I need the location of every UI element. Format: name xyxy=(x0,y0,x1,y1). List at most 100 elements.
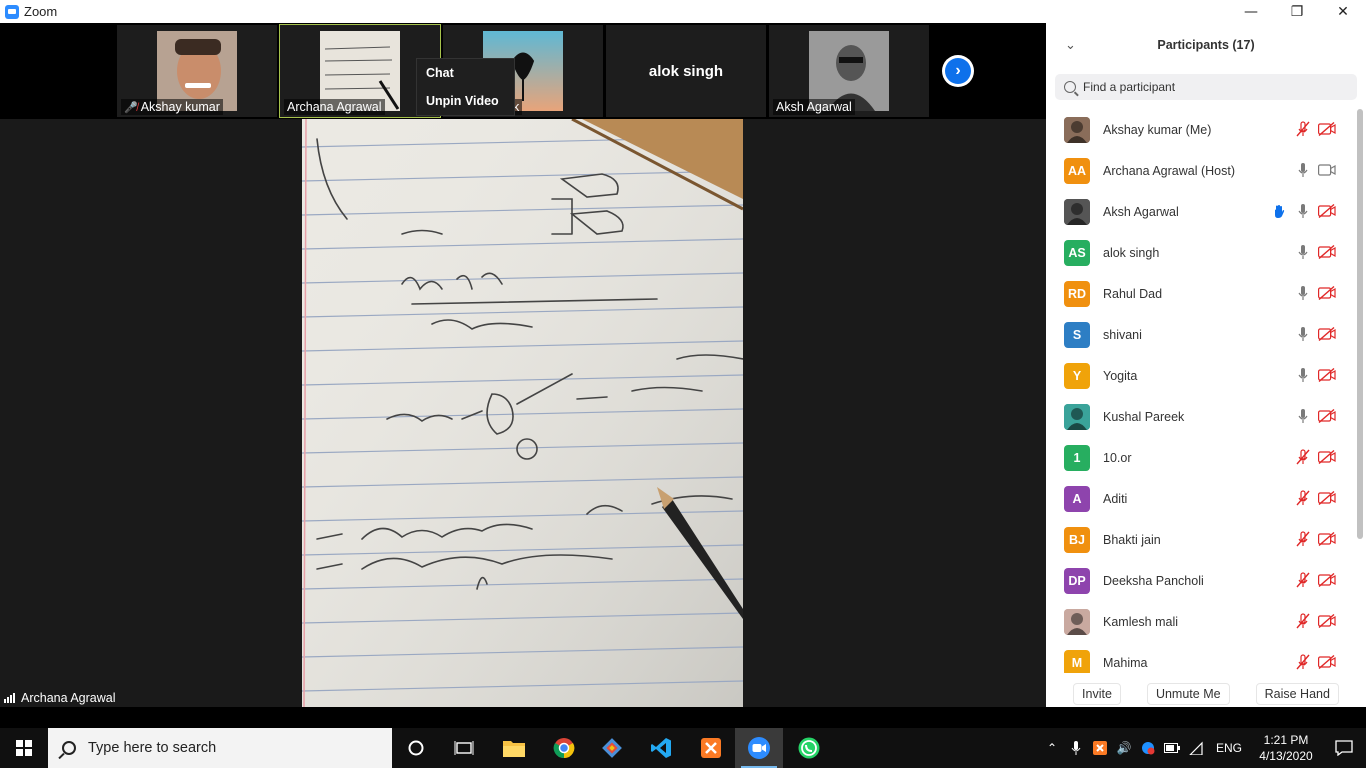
zoom-app-icon xyxy=(5,4,19,19)
raise-hand-button[interactable]: Raise Hand xyxy=(1255,683,1339,705)
chrome-icon xyxy=(553,738,575,759)
start-button[interactable] xyxy=(0,728,48,768)
participant-row[interactable]: Y Yogita xyxy=(1046,355,1356,396)
participant-avatar: A xyxy=(1064,485,1090,512)
vscode-button[interactable] xyxy=(637,728,685,768)
xampp-button[interactable] xyxy=(687,728,735,768)
xampp-tray-icon[interactable] xyxy=(1088,728,1112,768)
participants-header: ⌄ Participants (17) xyxy=(1046,23,1366,69)
participants-scrollbar[interactable] xyxy=(1356,109,1364,673)
active-speaker-label: Archana Agrawal xyxy=(4,691,116,705)
video-icon xyxy=(1318,162,1336,178)
search-icon xyxy=(62,741,76,755)
scrollbar-thumb[interactable] xyxy=(1357,109,1363,539)
windows-taskbar: Type here to search ⌃ 🔊 ENG 1:21 PM 4/13… xyxy=(0,728,1366,768)
thumbnail-strip: 🎤̸Akshay kumar Archana Agrawal ek alok s… xyxy=(0,23,1046,119)
cortana-icon xyxy=(408,740,424,756)
participant-name: 10.or xyxy=(1103,450,1132,465)
participant-row[interactable]: 1 10.or xyxy=(1046,437,1356,478)
wifi-icon[interactable] xyxy=(1184,728,1208,768)
mic-icon xyxy=(1294,162,1312,178)
invite-button[interactable]: Invite xyxy=(1073,683,1121,705)
mic-icon xyxy=(1294,285,1312,301)
task-view-button[interactable] xyxy=(440,728,488,768)
participant-search-box[interactable] xyxy=(1055,74,1357,100)
close-button[interactable]: ✕ xyxy=(1320,0,1366,23)
speaker-volume-icon[interactable]: 🔊 xyxy=(1112,728,1136,768)
thumbnail-video-4[interactable]: alok singh xyxy=(606,25,766,117)
video-off-icon xyxy=(1318,613,1336,629)
muted-mic-icon xyxy=(1294,654,1312,670)
thumbnail-video-5[interactable]: Aksh Agarwal xyxy=(769,25,929,117)
participant-avatar: S xyxy=(1064,321,1090,348)
battery-icon[interactable] xyxy=(1160,728,1184,768)
participant-avatar: M xyxy=(1064,649,1090,673)
whatsapp-button[interactable] xyxy=(785,728,833,768)
participant-row[interactable]: A Aditi xyxy=(1046,478,1356,519)
window-title: Zoom xyxy=(24,4,58,19)
participant-row[interactable]: Sshivani xyxy=(1046,314,1356,355)
thumbnail-video-1[interactable]: 🎤̸ Akshay kumar xyxy=(117,25,277,117)
participant-row[interactable]: AS alok singh xyxy=(1046,232,1356,273)
participant-name: Kushal Pareek xyxy=(1103,409,1185,424)
participant-row[interactable]: AA Archana Agrawal (Host) xyxy=(1046,150,1356,191)
mic-icon xyxy=(1294,326,1312,342)
participant-avatar xyxy=(1064,403,1090,430)
participant-avatar xyxy=(1064,608,1090,635)
participant-row[interactable]: DP Deeksha Pancholi xyxy=(1046,560,1356,601)
participants-panel: ⌄ Participants (17) Akshay kumar (Me)AAA… xyxy=(1046,23,1366,707)
video-off-icon xyxy=(1318,285,1336,301)
action-center-button[interactable] xyxy=(1322,728,1366,768)
zoom-taskbar-button[interactable] xyxy=(735,728,783,768)
muted-mic-icon: 🎤̸ xyxy=(124,102,138,114)
folder-icon xyxy=(503,741,525,757)
window-titlebar: Zoom — ❐ ✕ xyxy=(0,0,1366,23)
participant-name: Aditi xyxy=(1103,491,1128,506)
participant-search-input[interactable] xyxy=(1083,80,1343,94)
git-app-button[interactable] xyxy=(588,728,636,768)
participant-avatar xyxy=(1064,198,1090,225)
thumbnail-label: Akshay kumar xyxy=(140,100,220,114)
participant-row[interactable]: Aksh Agarwal xyxy=(1046,191,1356,232)
chrome-button[interactable] xyxy=(540,728,588,768)
participant-row[interactable]: Kamlesh mali xyxy=(1046,601,1356,642)
mic-icon xyxy=(1294,367,1312,383)
chevron-up-icon[interactable]: ⌃ xyxy=(1040,728,1064,768)
video-off-icon xyxy=(1318,244,1336,260)
participant-name: Yogita xyxy=(1103,368,1138,383)
next-page-button[interactable]: › xyxy=(942,55,974,87)
taskbar-search-box[interactable]: Type here to search xyxy=(48,728,392,768)
participant-name: Bhakti jain xyxy=(1103,532,1161,547)
cortana-button[interactable] xyxy=(392,728,440,768)
maximize-button[interactable]: ❐ xyxy=(1274,0,1320,23)
minimize-button[interactable]: — xyxy=(1228,0,1274,23)
participants-list: Akshay kumar (Me) AA Archana Agrawal (Host… xyxy=(1046,109,1356,673)
video-off-icon xyxy=(1318,449,1336,465)
active-speaker-name: Archana Agrawal xyxy=(21,691,116,705)
microphone-tray-icon[interactable] xyxy=(1064,728,1088,768)
participant-row[interactable]: BJ Bhakti jain xyxy=(1046,519,1356,560)
video-off-icon xyxy=(1318,326,1336,342)
participant-row[interactable]: Kushal Pareek xyxy=(1046,396,1356,437)
unmute-me-button[interactable]: Unmute Me xyxy=(1146,683,1230,705)
menu-item-chat[interactable]: Chat xyxy=(417,59,514,87)
notification-icon xyxy=(1335,740,1353,756)
video-off-icon xyxy=(1318,572,1336,588)
thumbnail-context-menu: Chat Unpin Video xyxy=(416,58,515,116)
input-language[interactable]: ENG xyxy=(1216,741,1242,755)
participant-row[interactable]: RD Rahul Dad xyxy=(1046,273,1356,314)
participant-row[interactable]: M Mahima xyxy=(1046,642,1356,673)
participant-name: shivani xyxy=(1103,327,1142,342)
system-tray: ⌃ 🔊 ENG 1:21 PM 4/13/2020 xyxy=(1040,728,1366,768)
participant-row[interactable]: Akshay kumar (Me) xyxy=(1046,109,1356,150)
participant-name: Kamlesh mali xyxy=(1103,614,1179,629)
taskbar-clock[interactable]: 1:21 PM 4/13/2020 xyxy=(1250,732,1322,764)
xampp-icon xyxy=(701,738,721,758)
file-explorer-button[interactable] xyxy=(490,728,538,768)
search-icon xyxy=(1064,81,1076,93)
network-status-icon[interactable] xyxy=(1136,728,1160,768)
participant-name: Deeksha Pancholi xyxy=(1103,573,1204,588)
menu-item-unpin-video[interactable]: Unpin Video xyxy=(417,87,514,115)
video-off-icon xyxy=(1318,654,1336,670)
participants-footer: Invite Unmute Me Raise Hand xyxy=(1046,683,1366,707)
